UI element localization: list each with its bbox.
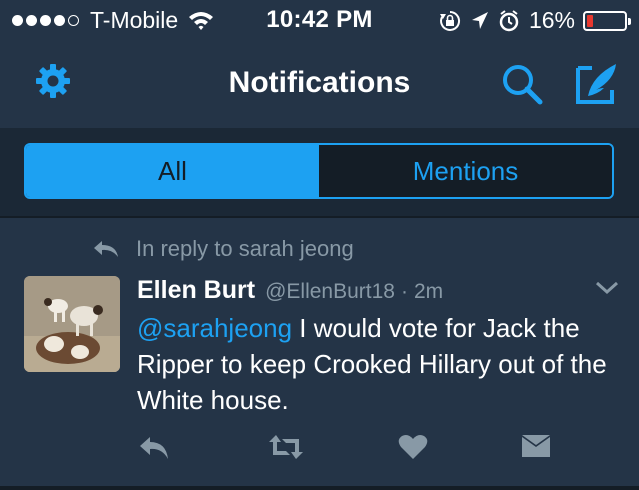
search-icon bbox=[503, 65, 543, 105]
compose-tweet-button[interactable] bbox=[574, 62, 618, 111]
tweet-options-button[interactable] bbox=[595, 280, 619, 301]
status-bar: T-Mobile 10:42 PM 16% bbox=[0, 0, 639, 40]
avatar[interactable] bbox=[24, 276, 120, 372]
compose-tweet-icon bbox=[576, 64, 616, 104]
tweet-actions bbox=[0, 433, 639, 473]
reply-icon bbox=[140, 437, 168, 459]
filter-tabs-bar: All Mentions bbox=[0, 128, 639, 216]
reply-context: In reply to sarah jeong bbox=[92, 236, 354, 262]
like-icon bbox=[398, 435, 428, 459]
tab-mentions[interactable]: Mentions bbox=[319, 145, 612, 197]
direct-message-button[interactable] bbox=[520, 433, 552, 466]
tab-all[interactable]: All bbox=[26, 145, 319, 197]
meta-separator: · bbox=[400, 280, 408, 303]
reply-button[interactable] bbox=[138, 433, 170, 466]
retweet-icon bbox=[269, 435, 303, 459]
retweet-button[interactable] bbox=[268, 433, 304, 466]
nav-bar: Notifications bbox=[0, 40, 639, 128]
author-handle[interactable]: @EllenBurt18 bbox=[265, 280, 395, 304]
location-arrow-icon bbox=[471, 11, 488, 29]
battery-nub bbox=[628, 17, 631, 25]
tweet-card[interactable]: In reply to sarah jeong Ellen Burt @Elle… bbox=[0, 218, 639, 490]
top-bar: T-Mobile 10:42 PM 16% Notifications bbox=[0, 0, 639, 128]
alarm-icon bbox=[499, 9, 519, 31]
segmented-control: All Mentions bbox=[24, 143, 614, 199]
reply-context-text: In reply to sarah jeong bbox=[136, 236, 354, 261]
tweet-age: 2m bbox=[413, 280, 444, 303]
direct-message-icon bbox=[522, 435, 550, 457]
author-name[interactable]: Ellen Burt bbox=[137, 276, 255, 305]
rotation-lock-icon bbox=[439, 10, 460, 31]
tweet-header: Ellen Burt @EllenBurt18 · 2m bbox=[137, 276, 443, 305]
divider bbox=[0, 486, 639, 490]
mention-link[interactable]: @sarahjeong bbox=[137, 313, 292, 343]
battery-icon bbox=[583, 10, 631, 31]
avatar-image bbox=[24, 276, 120, 372]
search-button[interactable] bbox=[500, 62, 544, 111]
status-right: 16% bbox=[439, 7, 631, 34]
chevron-down-icon bbox=[595, 281, 619, 295]
battery-percent: 16% bbox=[528, 7, 575, 33]
reply-arrow-icon bbox=[94, 241, 118, 257]
battery-fill bbox=[587, 14, 593, 27]
like-button[interactable] bbox=[398, 433, 428, 466]
tweet-text: @sarahjeong I would vote for Jack the Ri… bbox=[137, 310, 617, 418]
